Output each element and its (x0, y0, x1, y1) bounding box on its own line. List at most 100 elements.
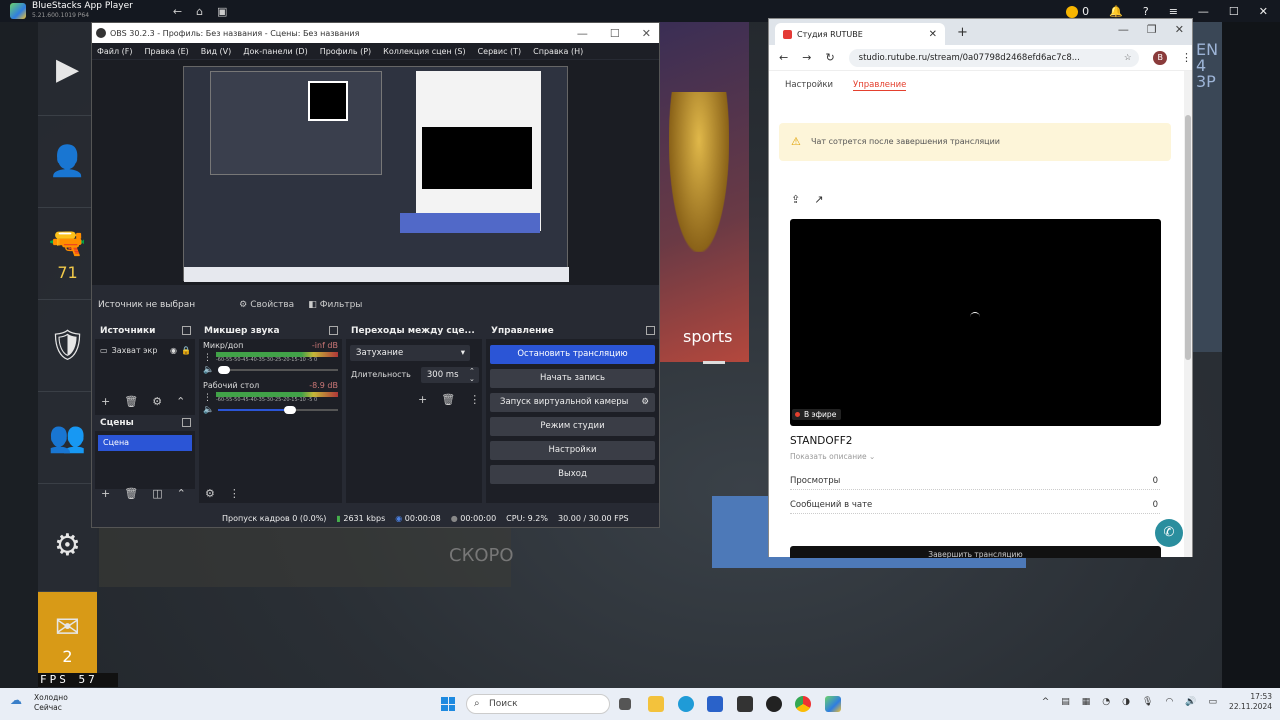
bookmark-star-icon[interactable]: ☆ (1124, 49, 1132, 67)
clock[interactable]: 17:53 22.11.2024 (1229, 692, 1272, 712)
channel-menu-icon[interactable]: ⋮ (203, 353, 212, 363)
properties-button[interactable]: ⚙ Свойства (239, 300, 294, 310)
share-icon[interactable]: ⇪ (791, 193, 800, 206)
menu-item[interactable]: Файл (F) (97, 47, 133, 56)
minimize-icon[interactable]: — (1198, 5, 1209, 18)
scene-item[interactable]: Сцена (98, 435, 192, 451)
menu-item[interactable]: Справка (H) (533, 47, 583, 56)
add-scene-icon[interactable]: + (101, 487, 110, 500)
obs-maximize-icon[interactable]: ☐ (610, 27, 620, 40)
back-icon[interactable]: ← (779, 51, 788, 64)
virtual-camera-button[interactable]: Запуск виртуальной камеры ⚙ (490, 393, 655, 412)
stepper-icon[interactable]: ⌃ ⌄ (469, 367, 475, 383)
side-item-armor[interactable]: 🛡 (38, 300, 97, 392)
coin-counter[interactable]: 0 (1066, 5, 1089, 18)
duration-input[interactable]: 300 ms ⌃ ⌄ (420, 367, 479, 383)
menu-item[interactable]: Сервис (T) (478, 47, 522, 56)
mic-icon[interactable]: 🎙 (1142, 697, 1153, 707)
chrome-menu-icon[interactable]: ⋮ (1181, 51, 1192, 64)
menu-icon[interactable]: ≡ (1169, 5, 1178, 18)
tab-control[interactable]: Управление (853, 80, 907, 91)
speaker-icon[interactable]: 🔈 (203, 405, 214, 415)
edge-icon[interactable] (678, 696, 694, 712)
lock-icon[interactable]: 🔒 (181, 343, 191, 359)
source-settings-icon[interactable]: ⚙ (152, 395, 162, 408)
tray-app-icon[interactable]: ▤ (1061, 697, 1070, 707)
promo-banner[interactable]: sports (659, 22, 749, 362)
speaker-icon[interactable]: 🔈 (203, 365, 214, 375)
menu-item[interactable]: Коллекция сцен (S) (383, 47, 465, 56)
wifi-icon[interactable]: ◠ (1165, 697, 1173, 707)
add-source-icon[interactable]: + (101, 395, 110, 408)
volume-icon[interactable]: 🔊 (1185, 697, 1196, 707)
start-button[interactable] (441, 697, 455, 711)
support-chat-icon[interactable]: ✆ (1155, 519, 1183, 547)
maximize-icon[interactable]: ☐ (1229, 5, 1239, 18)
transition-menu-icon[interactable]: ⋮ (469, 393, 480, 406)
multi-instance-icon[interactable]: ▣ (217, 5, 227, 18)
show-description-link[interactable]: Показать описание ⌄ (790, 452, 875, 461)
tray-app-icon[interactable]: ▦ (1082, 697, 1091, 707)
transition-select[interactable]: Затухание ▾ (350, 345, 470, 361)
volume-slider[interactable] (218, 366, 338, 374)
start-record-button[interactable]: Начать запись (490, 369, 655, 388)
eye-icon[interactable]: ◉ (170, 343, 177, 359)
address-bar[interactable]: studio.rutube.ru/stream/0a07798d2468efd6… (848, 48, 1140, 67)
tray-app-icon[interactable]: ◑ (1122, 697, 1130, 707)
obs-preview[interactable] (92, 60, 659, 285)
chrome-close-icon[interactable]: ✕ (1175, 23, 1184, 36)
side-item-settings[interactable]: ⚙ (38, 500, 97, 592)
external-link-icon[interactable]: ↗ (814, 193, 823, 206)
menu-item[interactable]: Правка (E) (145, 47, 189, 56)
remove-source-icon[interactable]: 🗑 (124, 395, 138, 408)
volume-slider[interactable] (218, 406, 338, 414)
popout-icon[interactable] (646, 326, 655, 335)
side-item-profile[interactable]: 👤 (38, 116, 97, 208)
obs-close-icon[interactable]: ✕ (642, 27, 651, 40)
tab-rutube-studio[interactable]: Студия RUTUBE ✕ (775, 23, 945, 45)
exit-button[interactable]: Выход (490, 465, 655, 484)
page-scrollbar[interactable] (1184, 71, 1192, 557)
studio-mode-button[interactable]: Режим студии (490, 417, 655, 436)
tab-settings[interactable]: Настройки (785, 80, 833, 90)
profile-avatar[interactable]: B (1153, 50, 1167, 65)
filters-button[interactable]: ◧ Фильтры (308, 300, 362, 310)
side-item-weapon[interactable]: 🔫 71 (38, 208, 97, 300)
app-icon-misc[interactable] (737, 696, 753, 712)
move-up-icon[interactable]: ⌃ (176, 395, 185, 408)
tray-app-icon[interactable]: ◔ (1102, 697, 1110, 707)
settings-button[interactable]: Настройки (490, 441, 655, 460)
stream-player[interactable]: В эфире (790, 219, 1161, 426)
channel-menu-icon[interactable]: ⋮ (203, 393, 212, 403)
add-transition-icon[interactable]: + (418, 393, 427, 406)
taskbar-search[interactable]: ⌕ Поиск (466, 694, 610, 714)
obs-minimize-icon[interactable]: — (577, 27, 588, 40)
forward-icon[interactable]: → (802, 51, 811, 64)
mixer-settings-icon[interactable]: ⚙ (205, 487, 215, 500)
battery-icon[interactable]: ▭ (1209, 697, 1218, 707)
chrome-maximize-icon[interactable]: ❐ (1147, 23, 1157, 36)
bell-icon[interactable]: 🔔 (1109, 5, 1123, 18)
help-icon[interactable]: ? (1143, 5, 1149, 18)
side-item-play[interactable]: ▶ (38, 24, 97, 116)
scene-up-icon[interactable]: ⌃ (177, 487, 186, 500)
chrome-taskbar-icon[interactable] (795, 696, 811, 712)
stop-stream-button[interactable]: Остановить трансляцию (490, 345, 655, 364)
chevron-up-icon[interactable]: ^ (1042, 697, 1050, 707)
new-tab-icon[interactable]: + (957, 25, 968, 40)
end-stream-button[interactable]: Завершить трансляцию (790, 546, 1161, 558)
back-icon[interactable]: ← (173, 5, 182, 18)
virtual-camera-settings-icon[interactable]: ⚙ (641, 393, 649, 412)
mixer-menu-icon[interactable]: ⋮ (229, 487, 240, 500)
popout-icon[interactable] (182, 326, 191, 335)
tab-close-icon[interactable]: ✕ (929, 29, 937, 40)
side-item-friends[interactable]: 👥 (38, 392, 97, 484)
reload-icon[interactable]: ↻ (825, 51, 834, 64)
side-item-mail[interactable]: ✉ 2 (38, 592, 97, 684)
source-item[interactable]: ▭ Захват экр ◉ 🔒 (95, 343, 195, 359)
bluestacks-taskbar-icon[interactable] (825, 696, 841, 712)
obs-taskbar-icon[interactable] (766, 696, 782, 712)
menu-item[interactable]: Профиль (P) (320, 47, 371, 56)
weather-widget[interactable]: ☁ Холодно Сейчас (10, 693, 68, 713)
close-icon[interactable]: ✕ (1259, 5, 1268, 18)
